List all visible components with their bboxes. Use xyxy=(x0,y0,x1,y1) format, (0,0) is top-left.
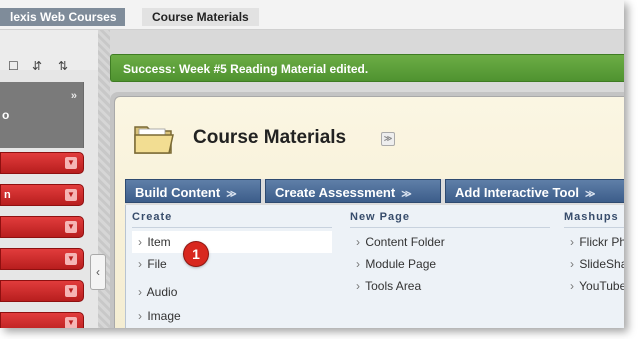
breadcrumb-course[interactable]: lexis Web Courses xyxy=(0,8,125,26)
build-content-menu: Create › Item › File › Audio › Image New… xyxy=(125,205,624,328)
content-area: Course Materials ≫ Build Content ≫ Create… xyxy=(114,96,624,328)
course-menu-title: o xyxy=(2,108,10,122)
build-content-label: Build Content xyxy=(135,185,221,200)
course-window: lexis Web Courses Course Materials ☐ ⇵ ⇅… xyxy=(0,0,624,328)
chevron-down-icon[interactable]: ▼ xyxy=(65,189,77,201)
chevron-down-icon: ≫ xyxy=(401,189,412,200)
sidebar-item[interactable]: ▼ xyxy=(0,280,84,302)
menu-item-youtube[interactable]: › YouTube xyxy=(564,279,624,293)
menu-item-flickr-photo[interactable]: › Flickr Pho xyxy=(564,235,624,249)
page-title: Course Materials xyxy=(193,127,347,148)
title-options-icon[interactable]: ≫ xyxy=(381,132,395,146)
add-interactive-tool-button[interactable]: Add Interactive Tool ≫ xyxy=(445,179,624,203)
chevron-down-icon[interactable]: ▼ xyxy=(65,285,77,297)
content-panel: Course Materials ≫ Build Content ≫ Create… xyxy=(110,92,624,328)
menu-item-content-folder[interactable]: › Content Folder xyxy=(350,235,445,249)
column-divider xyxy=(350,227,550,228)
chevron-down-icon[interactable]: ▼ xyxy=(65,221,77,233)
refresh-icon[interactable]: ⇵ xyxy=(32,59,42,73)
course-menu-sidebar: ☐ ⇵ ⇅ » o ▼ n ▼ ▼ ▼ ▼ ▼ xyxy=(0,30,98,328)
menu-item-file[interactable]: › File xyxy=(132,257,167,271)
callout-number-badge: 1 xyxy=(184,242,208,266)
build-content-button[interactable]: Build Content ≫ xyxy=(125,179,261,203)
chevron-down-icon[interactable]: ▼ xyxy=(65,157,77,169)
create-assessment-label: Create Assessment xyxy=(275,185,396,200)
menu-column-heading: Create xyxy=(132,211,173,223)
sidebar-toolbar: ☐ ⇵ ⇅ xyxy=(0,30,98,73)
create-assessment-button[interactable]: Create Assessment ≫ xyxy=(265,179,441,203)
course-menu-header: » o xyxy=(0,82,84,148)
menu-column-heading: Mashups xyxy=(564,211,619,223)
add-interactive-tool-label: Add Interactive Tool xyxy=(455,185,579,200)
folder-icon xyxy=(134,126,174,154)
breadcrumb-current: Course Materials xyxy=(142,8,259,26)
menu-item-item[interactable]: › Item xyxy=(132,231,332,253)
chevron-down-icon: ≫ xyxy=(226,189,237,200)
menu-item-tools-area[interactable]: › Tools Area xyxy=(350,279,421,293)
menu-item-module-page[interactable]: › Module Page xyxy=(350,257,436,271)
sidebar-item[interactable]: ▼ xyxy=(0,312,84,328)
menu-item-slideshare[interactable]: › SlideShar xyxy=(564,257,624,271)
success-banner: Success: Week #5 Reading Material edited… xyxy=(110,54,624,82)
add-menu-item-icon[interactable]: ☐ xyxy=(8,59,19,73)
action-bar: Build Content ≫ Create Assessment ≫ Add In… xyxy=(125,179,624,205)
chevron-down-icon: ≫ xyxy=(585,189,596,200)
menu-column-mashups: Mashups xyxy=(558,205,624,227)
chevron-down-icon[interactable]: ▼ xyxy=(65,253,77,265)
sidebar-item[interactable]: ▼ xyxy=(0,152,84,174)
column-divider xyxy=(564,227,624,228)
menu-item-audio[interactable]: › Audio xyxy=(132,285,177,299)
sidebar-item-label: n xyxy=(4,189,11,201)
collapse-sidebar-icon[interactable]: ‹ xyxy=(90,254,106,290)
chevron-down-icon[interactable]: ▼ xyxy=(65,317,77,328)
reorder-icon[interactable]: ⇅ xyxy=(58,59,68,73)
menu-item-image[interactable]: › Image xyxy=(132,309,181,323)
expand-menu-icon[interactable]: » xyxy=(71,90,77,102)
breadcrumb: lexis Web Courses Course Materials xyxy=(0,0,624,30)
menu-column-create: Create xyxy=(126,205,336,227)
sidebar-item[interactable]: ▼ xyxy=(0,248,84,270)
menu-column-heading: New Page xyxy=(350,211,410,223)
menu-column-new-page: New Page xyxy=(344,205,544,227)
sidebar-item[interactable]: n ▼ xyxy=(0,184,84,206)
column-divider xyxy=(132,227,332,228)
sidebar-item[interactable]: ▼ xyxy=(0,216,84,238)
